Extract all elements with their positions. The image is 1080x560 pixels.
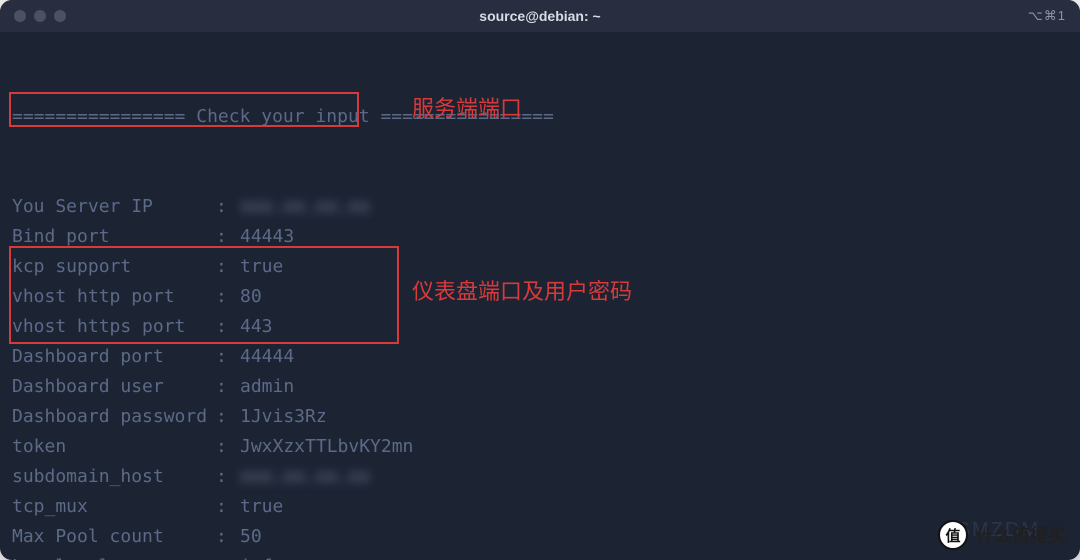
config-row: Dashboard user:admin	[12, 372, 1068, 402]
config-label: Bind port	[12, 222, 216, 252]
watermark-badge-icon: 值	[938, 520, 968, 550]
annotation-dashboard: 仪表盘端口及用户密码	[412, 277, 632, 307]
config-value: 44444	[240, 342, 294, 372]
config-row: Log level:info	[12, 552, 1068, 560]
config-value: 44443	[240, 222, 294, 252]
config-label: vhost http port	[12, 282, 216, 312]
terminal-output[interactable]: ================ Check your input ======…	[0, 32, 1080, 560]
colon: :	[216, 492, 240, 522]
config-value: xxx.xx.xx.xx	[240, 192, 370, 222]
colon: :	[216, 222, 240, 252]
config-label: tcp_mux	[12, 492, 216, 522]
config-row: Bind port:44443	[12, 222, 1068, 252]
config-row: You Server IP:xxx.xx.xx.xx	[12, 192, 1068, 222]
terminal-window: source@debian: ~ ⌥⌘1 ================ Ch…	[0, 0, 1080, 560]
colon: :	[216, 282, 240, 312]
colon: :	[216, 402, 240, 432]
config-value: 1Jvis3Rz	[240, 402, 327, 432]
config-value: xxx.xx.xx.xx	[240, 462, 370, 492]
config-value: 80	[240, 282, 262, 312]
config-label: token	[12, 432, 216, 462]
colon: :	[216, 462, 240, 492]
config-label: Dashboard password	[12, 402, 216, 432]
config-label: vhost https port	[12, 312, 216, 342]
colon: :	[216, 522, 240, 552]
config-row: token:JwxXzxTTLbvKY2mn	[12, 432, 1068, 462]
config-label: Dashboard port	[12, 342, 216, 372]
colon: :	[216, 432, 240, 462]
config-label: Max Pool count	[12, 522, 216, 552]
config-value: admin	[240, 372, 294, 402]
config-value: true	[240, 252, 283, 282]
config-value: 50	[240, 522, 262, 552]
config-label: subdomain_host	[12, 462, 216, 492]
window-title: source@debian: ~	[0, 8, 1080, 24]
titlebar: source@debian: ~ ⌥⌘1	[0, 0, 1080, 32]
config-value: true	[240, 492, 283, 522]
config-row: Max Pool count:50	[12, 522, 1068, 552]
config-label: You Server IP	[12, 192, 216, 222]
config-label: kcp support	[12, 252, 216, 282]
config-row: tcp_mux:true	[12, 492, 1068, 522]
header-line: ================ Check your input ======…	[12, 102, 1068, 132]
config-value: info	[240, 552, 283, 560]
config-label: Dashboard user	[12, 372, 216, 402]
watermark-text: 什么值得买	[976, 522, 1066, 548]
colon: :	[216, 552, 240, 560]
watermark: 值 什么值得买	[938, 520, 1066, 550]
config-row: Dashboard port:44444	[12, 342, 1068, 372]
config-value: JwxXzxTTLbvKY2mn	[240, 432, 413, 462]
config-row: Dashboard password:1Jvis3Rz	[12, 402, 1068, 432]
colon: :	[216, 342, 240, 372]
config-row: subdomain_host:xxx.xx.xx.xx	[12, 462, 1068, 492]
colon: :	[216, 252, 240, 282]
config-row: vhost https port:443	[12, 312, 1068, 342]
config-label: Log level	[12, 552, 216, 560]
colon: :	[216, 192, 240, 222]
colon: :	[216, 312, 240, 342]
colon: :	[216, 372, 240, 402]
config-value: 443	[240, 312, 273, 342]
annotation-bind-port: 服务端端口	[412, 94, 522, 124]
